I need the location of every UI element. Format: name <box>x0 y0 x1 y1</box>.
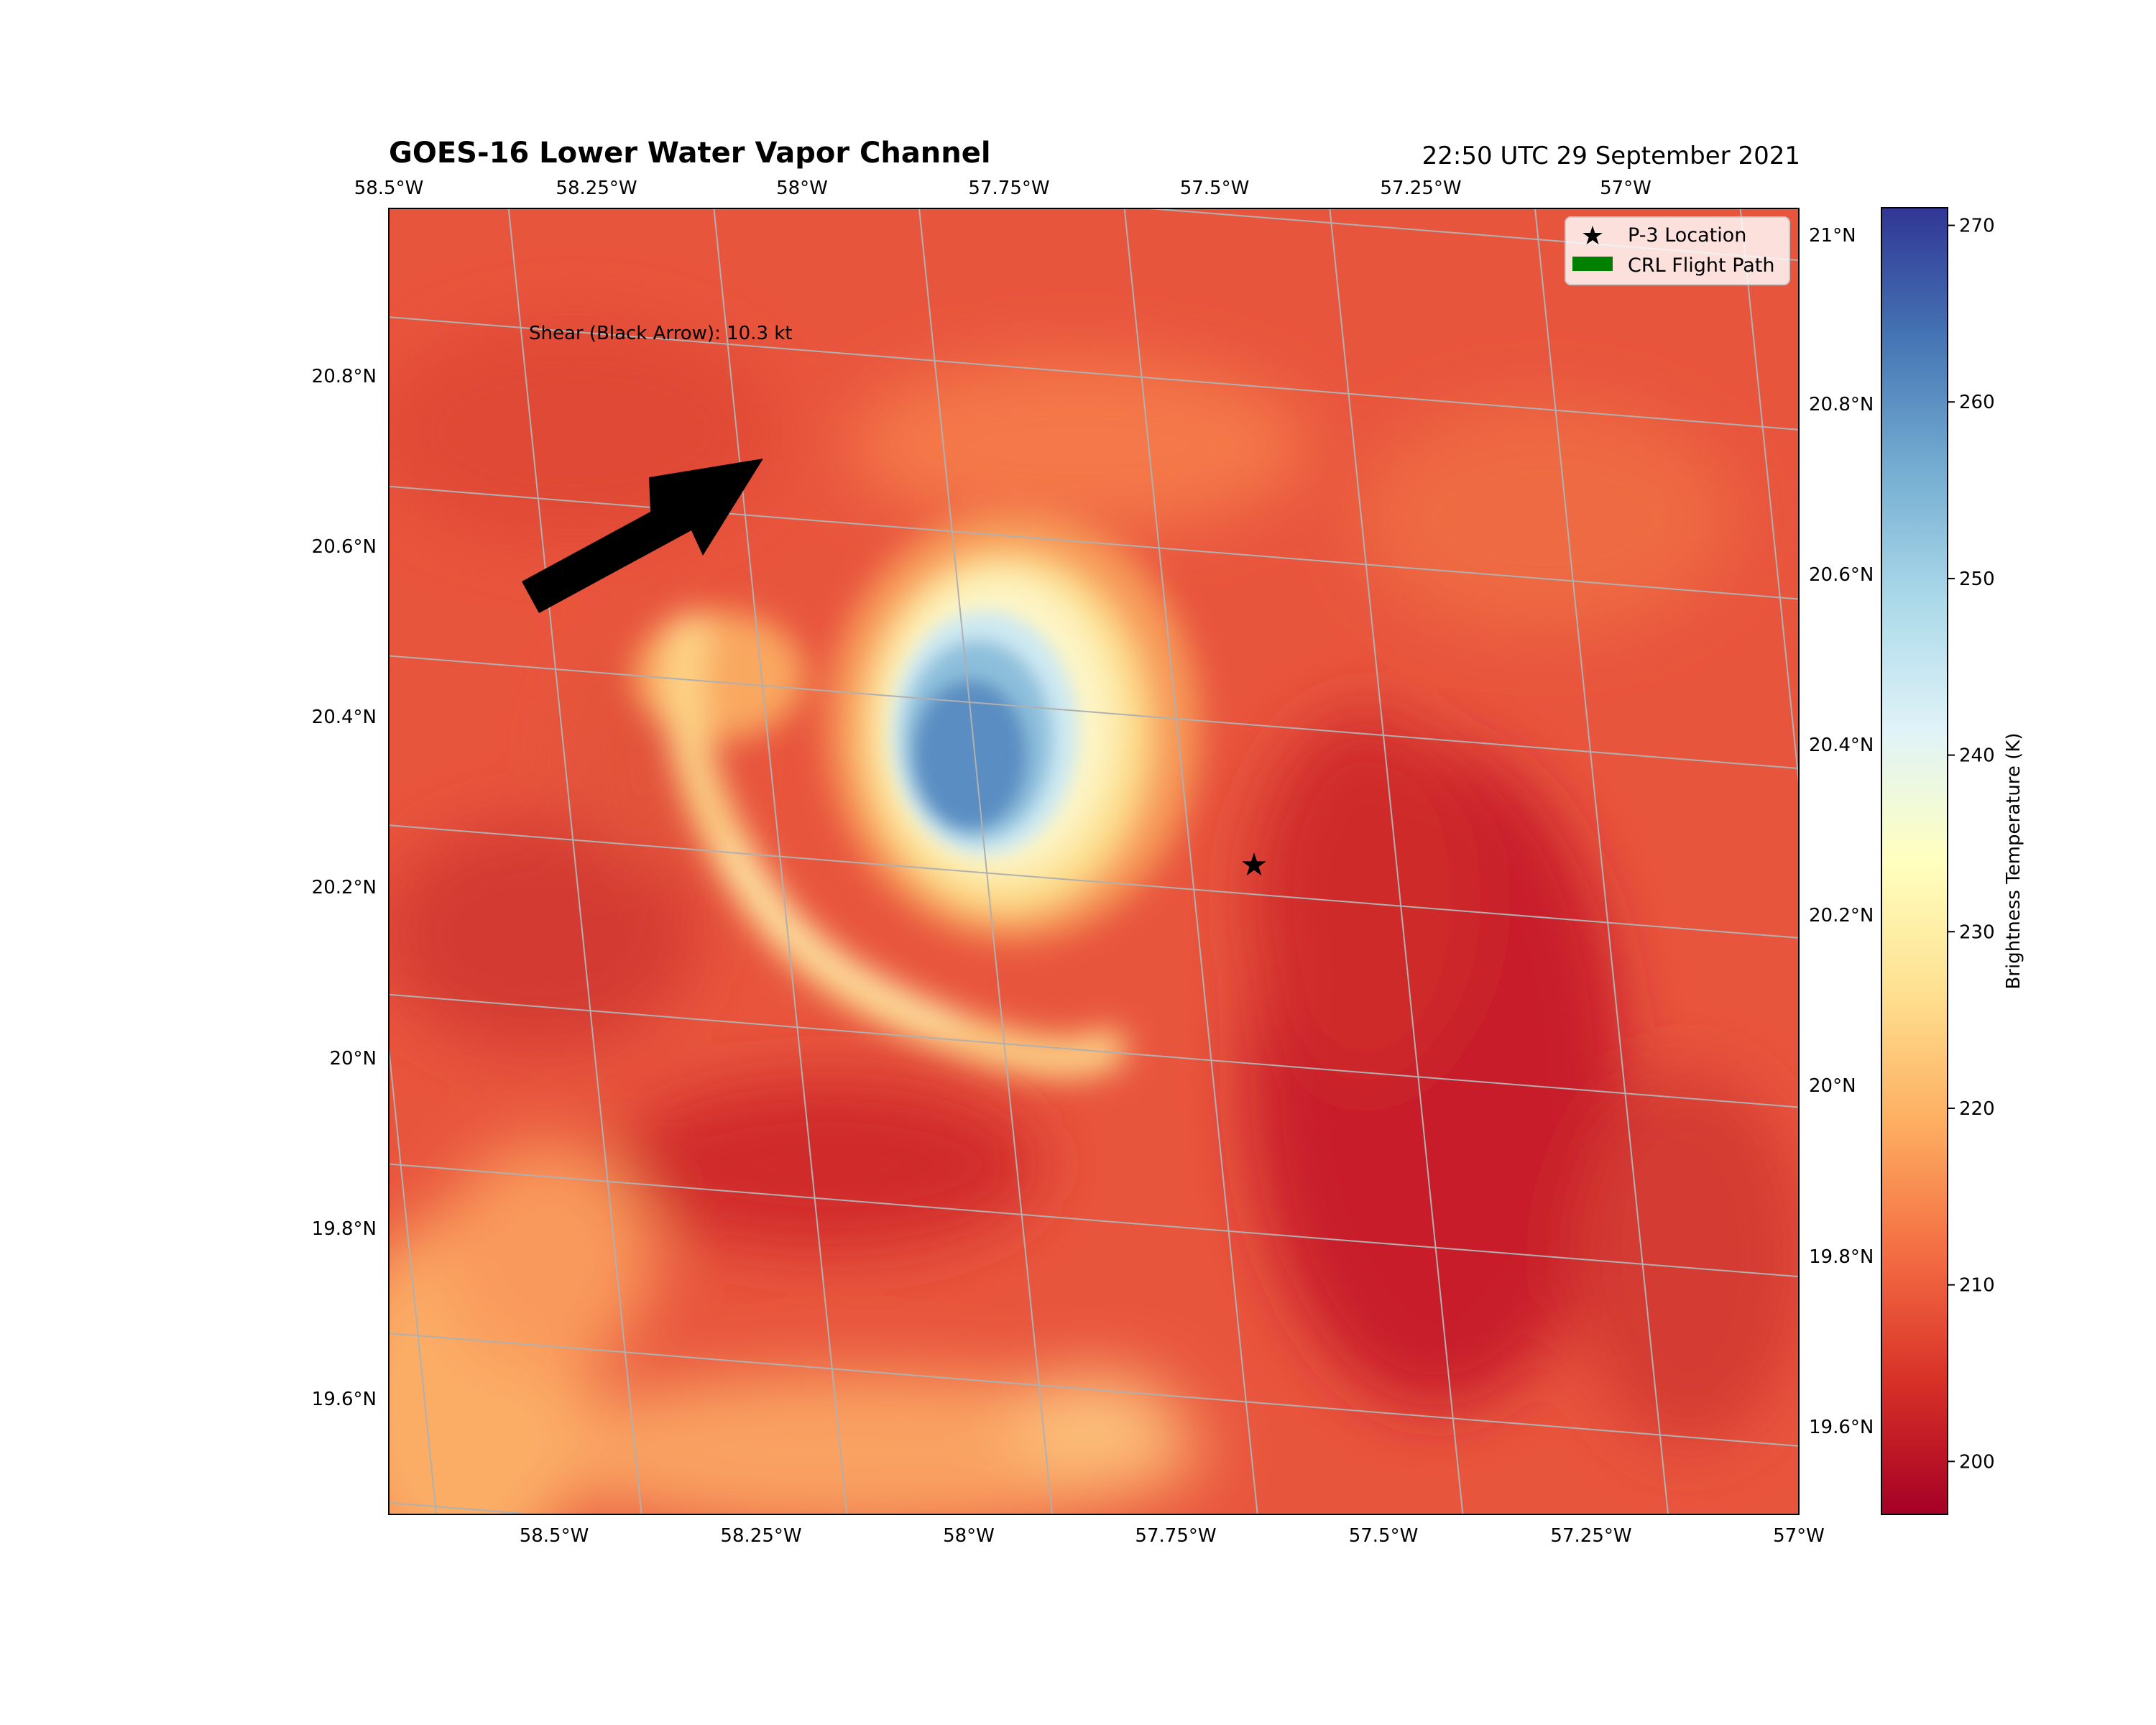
colorbar-bar <box>1881 207 1948 1515</box>
legend-star-icon: ★ <box>1581 221 1604 251</box>
bottom-lon-tick-label: 57.5°W <box>1349 1525 1419 1547</box>
left-lat-tick-label: 20.4°N <box>312 707 377 728</box>
bottom-longitude-labels: 58.5°W 58.25°W 58°W 57.75°W 57.5°W 57.25°W 57°… <box>520 1525 1825 1547</box>
legend-label-p3: P-3 Location <box>1628 224 1746 247</box>
meridian-line <box>2133 33 2156 1725</box>
colorbar-tick-label: 240 <box>1959 745 1995 767</box>
colorbar-tick-label: 250 <box>1959 569 1995 590</box>
colorbar-ticks: 200 210 220 230 240 250 260 270 <box>1948 216 1995 1473</box>
water-vapor-field <box>63 0 2156 1725</box>
top-lon-tick-label: 57°W <box>1600 178 1651 199</box>
bottom-lon-tick-label: 57.25°W <box>1550 1525 1631 1547</box>
parallel-line <box>72 0 1976 105</box>
legend-patch-icon <box>1572 257 1613 271</box>
legend: ★ P-3 Location CRL Flight Path <box>1565 216 1790 285</box>
colorbar-tick-label: 220 <box>1959 1098 1995 1120</box>
shear-annotation: Shear (Black Arrow): 10.3 kt <box>529 323 793 344</box>
top-lon-tick-label: 57.75°W <box>968 178 1049 199</box>
top-lon-tick-label: 58°W <box>776 178 828 199</box>
p3-location-star-icon: ★ <box>1240 847 1268 883</box>
right-lat-tick-label: 20.2°N <box>1809 905 1874 926</box>
top-longitude-labels: 58.5°W 58.25°W 58°W 57.75°W 57.5°W 57.25°W 57°… <box>354 178 1651 199</box>
left-latitude-labels: 20.8°N 20.6°N 20.4°N 20.2°N 20°N 19.8°N 19.6°N <box>312 366 377 1410</box>
left-lat-tick-label: 20.2°N <box>312 877 377 898</box>
right-lat-tick-label: 20.4°N <box>1809 735 1874 756</box>
top-lon-tick-label: 58.25°W <box>556 178 637 199</box>
bottom-lon-tick-label: 57°W <box>1773 1525 1825 1547</box>
legend-label-crl: CRL Flight Path <box>1628 254 1775 277</box>
bottom-lon-tick-label: 58.5°W <box>520 1525 589 1547</box>
left-lat-tick-label: 20.8°N <box>312 366 377 387</box>
right-latitude-labels: 21°N 20.8°N 20.6°N 20.4°N 20.2°N 20°N 19.8°N 19… <box>1809 225 1874 1438</box>
top-lon-tick-label: 57.25°W <box>1380 178 1461 199</box>
right-lat-tick-label: 20.8°N <box>1809 394 1874 415</box>
colorbar-tick-label: 210 <box>1959 1275 1995 1297</box>
colorbar-tick-label: 270 <box>1959 216 1995 237</box>
right-lat-tick-label: 19.6°N <box>1809 1417 1874 1438</box>
bottom-lon-tick-label: 58°W <box>943 1525 995 1547</box>
colorbar-tick-label: 230 <box>1959 921 1995 943</box>
top-lon-tick-label: 57.5°W <box>1180 178 1250 199</box>
right-lat-tick-label: 21°N <box>1809 225 1856 247</box>
left-lat-tick-label: 20°N <box>329 1048 377 1070</box>
bottom-lon-tick-label: 57.75°W <box>1135 1525 1216 1547</box>
top-lon-tick-label: 58.5°W <box>354 178 424 199</box>
bottom-lon-tick-label: 58.25°W <box>720 1525 801 1547</box>
right-lat-tick-label: 20.6°N <box>1809 564 1874 586</box>
figure-canvas: Shear (Black Arrow): 10.3 kt ★ ★ P-3 Loc… <box>63 0 2156 1725</box>
right-lat-tick-label: 20°N <box>1809 1075 1856 1097</box>
left-lat-tick-label: 19.6°N <box>312 1389 377 1410</box>
right-lat-tick-label: 19.8°N <box>1809 1246 1874 1268</box>
colorbar: 200 210 220 230 240 250 260 270 Brightness Temp… <box>1881 207 2024 1515</box>
colorbar-tick-label: 200 <box>1959 1451 1995 1473</box>
left-lat-tick-label: 19.8°N <box>312 1218 377 1240</box>
colorbar-tick-label: 260 <box>1959 392 1995 413</box>
colorbar-label: Brightness Temperature (K) <box>2003 732 2024 989</box>
left-lat-tick-label: 20.6°N <box>312 536 377 558</box>
meridian-line <box>63 0 237 1576</box>
